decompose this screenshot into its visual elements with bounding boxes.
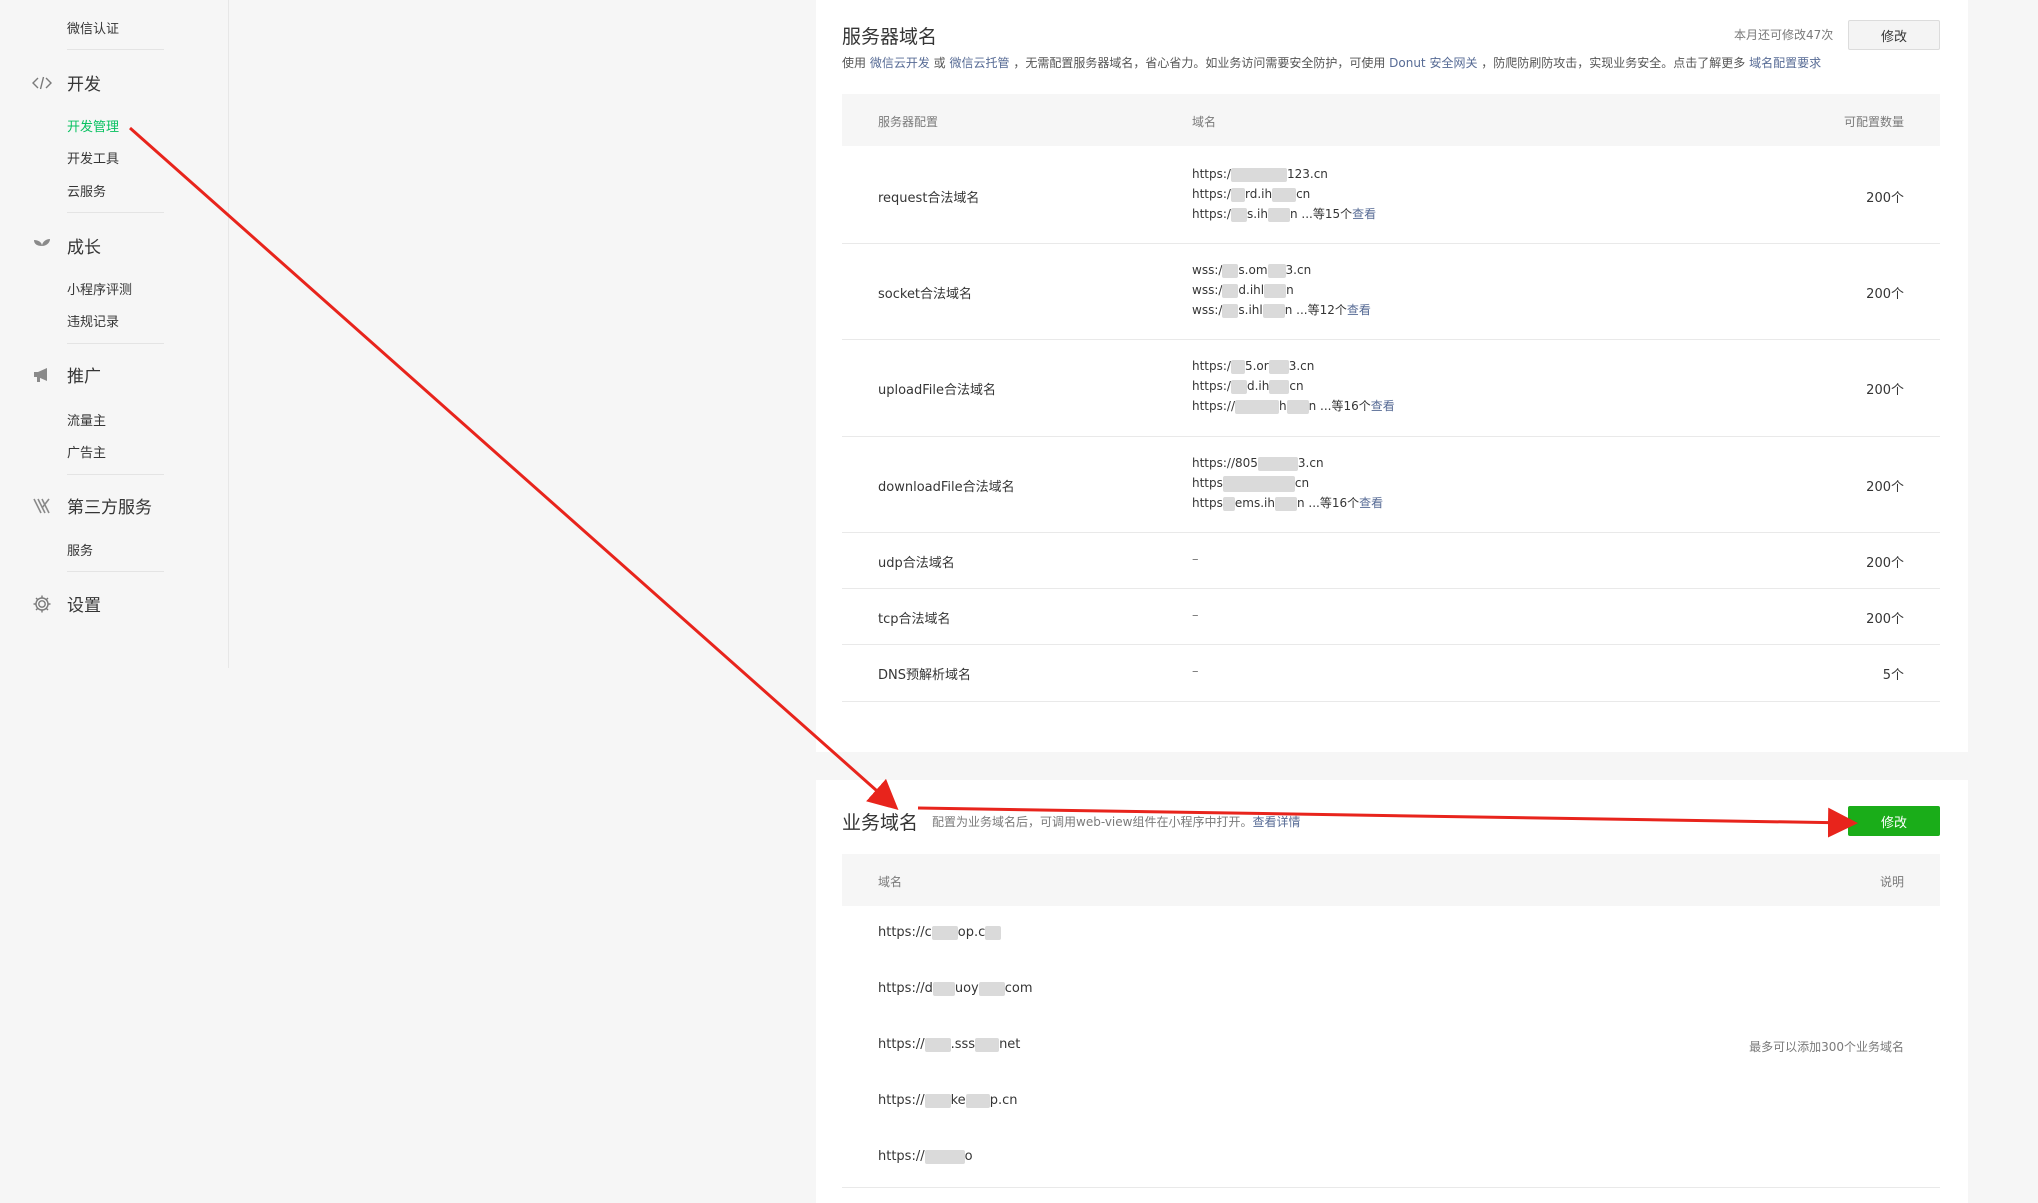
arrow-to-modify-button <box>917 806 1858 838</box>
arrow-to-business-domain <box>129 126 899 810</box>
annotation-arrows <box>129 126 1858 838</box>
